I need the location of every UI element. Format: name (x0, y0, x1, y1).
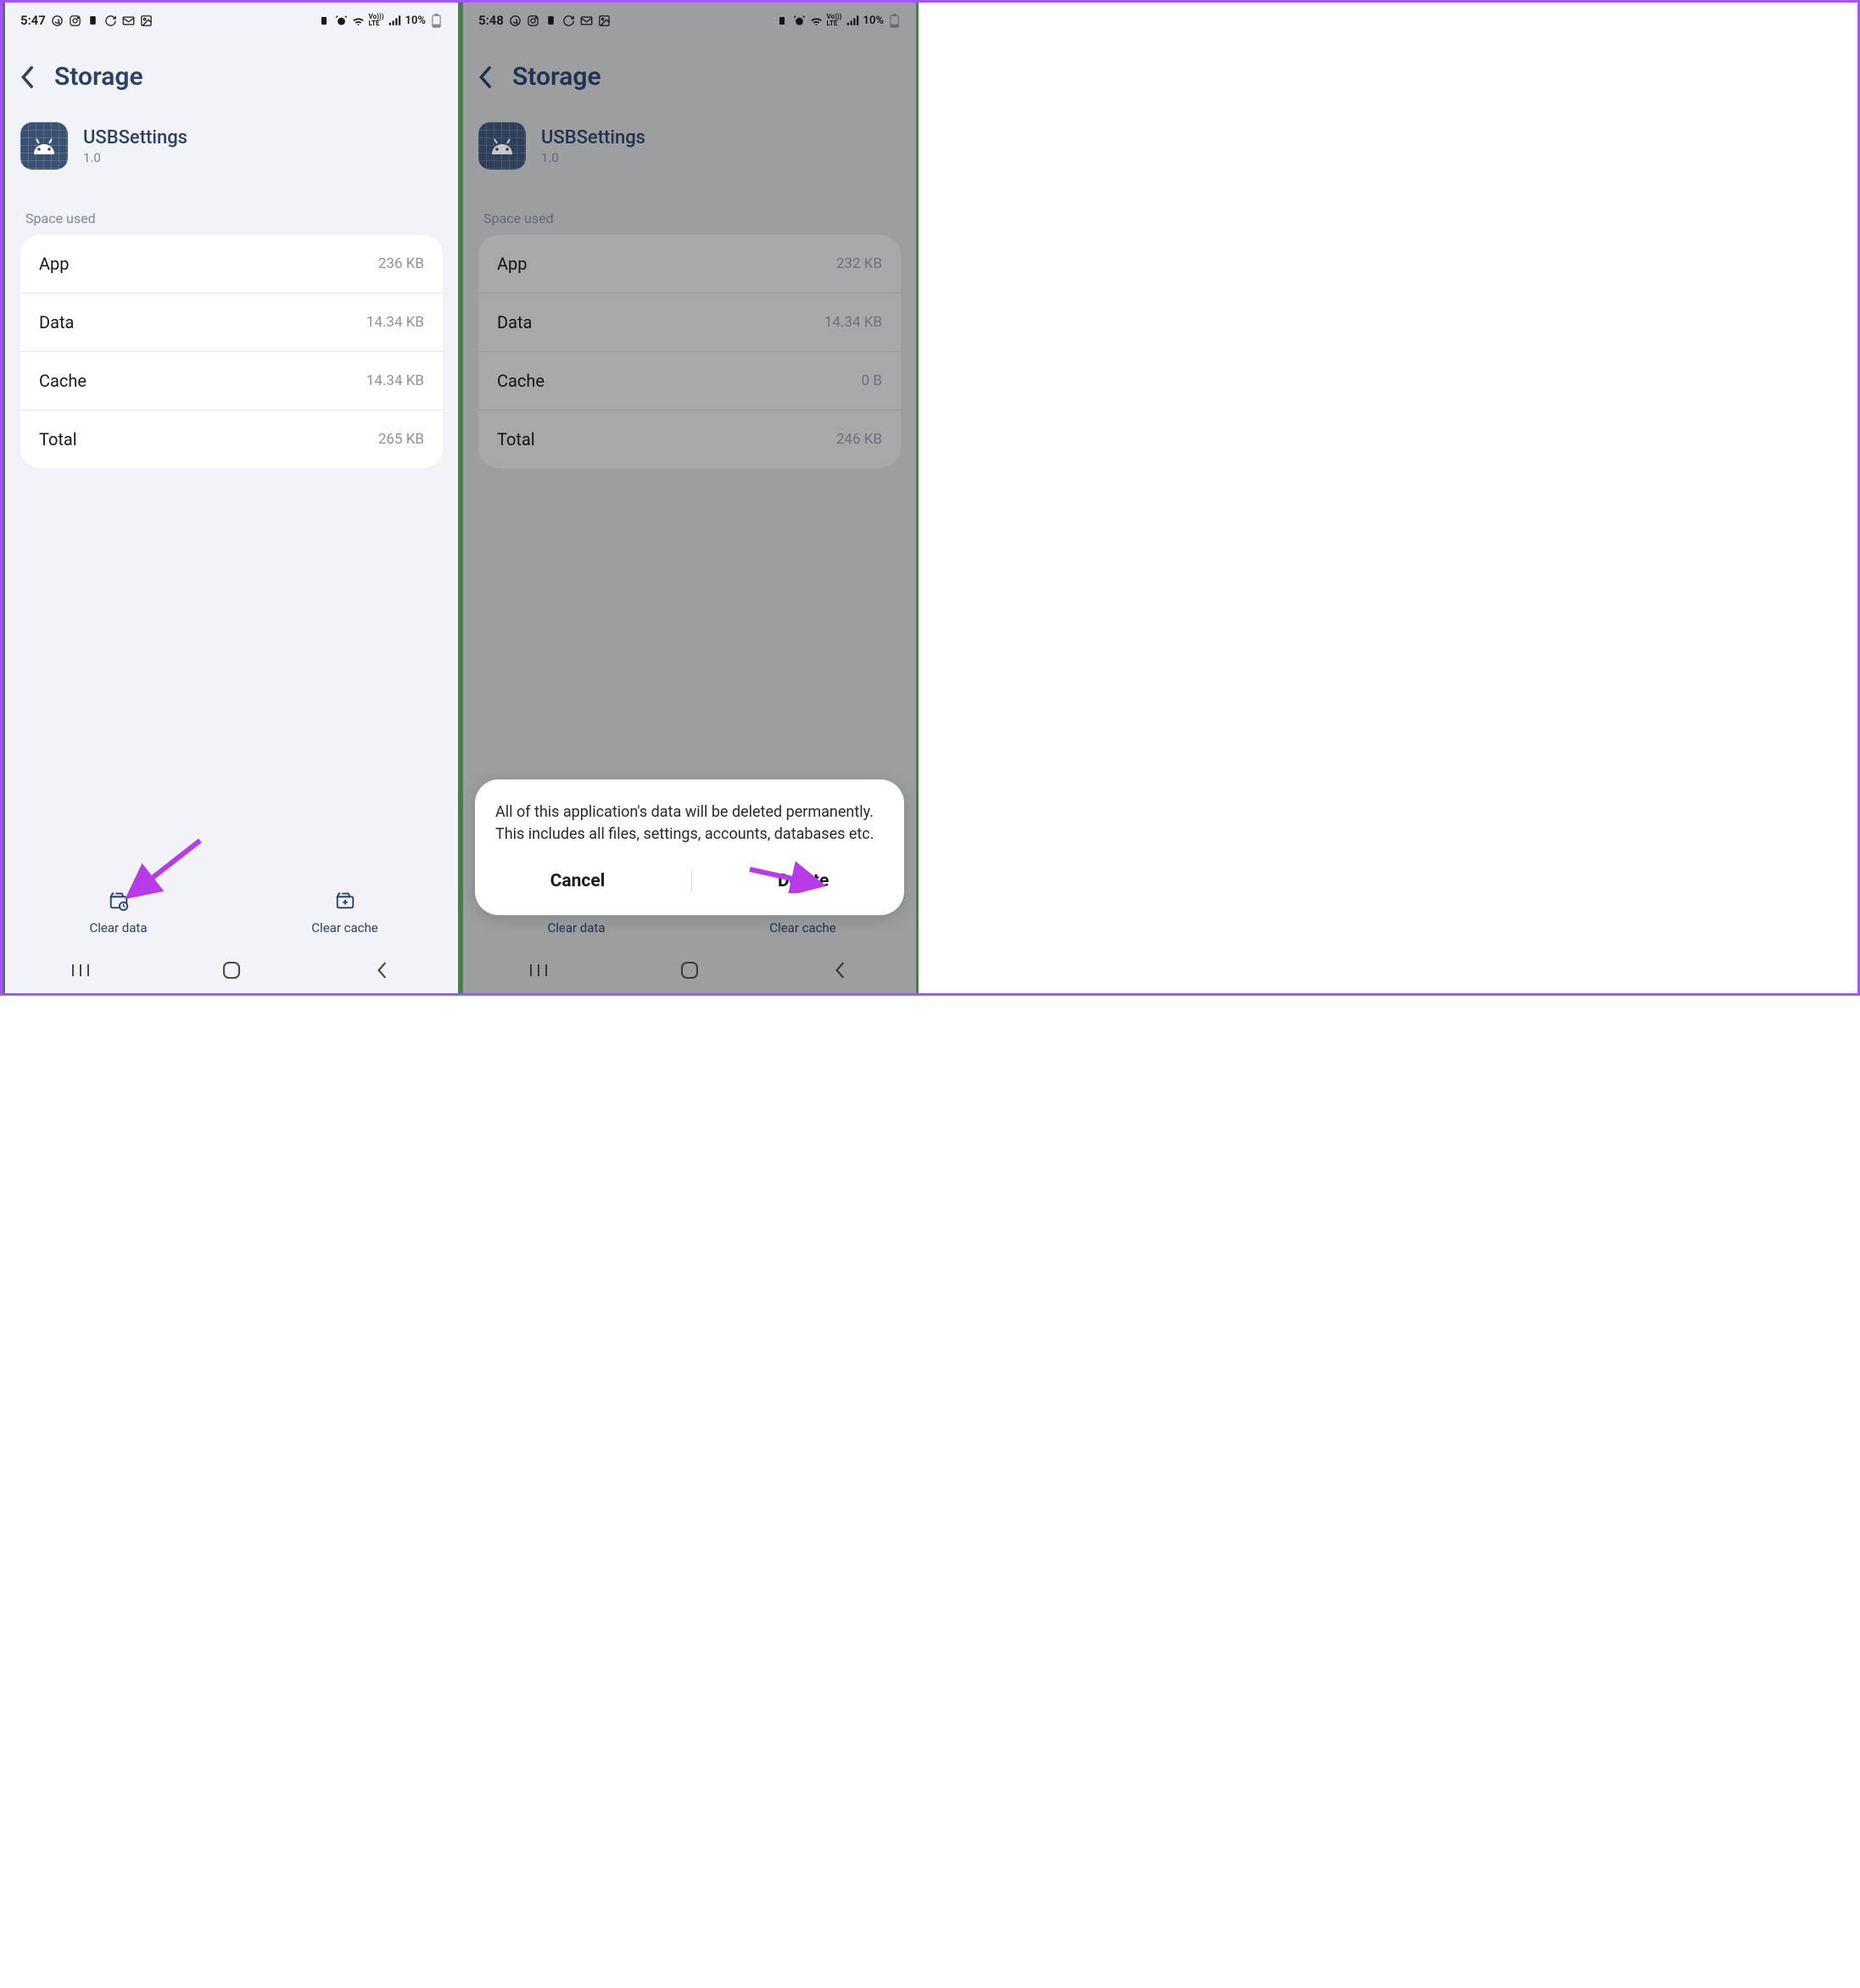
app-info-row: USBSettings 1.0 (20, 114, 443, 195)
nav-back[interactable] (353, 961, 412, 980)
image-icon (598, 14, 611, 27)
battery-pct: 10% (863, 14, 884, 27)
nav-back[interactable] (811, 961, 870, 980)
gmail-icon (580, 14, 593, 27)
section-label: Space used (478, 195, 901, 235)
instagram-icon (69, 14, 81, 27)
app-name: USBSettings (83, 127, 187, 148)
wifi-icon (352, 14, 365, 27)
image-icon (140, 14, 153, 27)
nav-home[interactable] (202, 961, 261, 980)
nav-bar (463, 949, 916, 993)
volte-icon: Vo)))LTE (369, 14, 384, 27)
card-icon (87, 14, 99, 27)
nav-bar (5, 949, 458, 993)
storage-card: App 236 KB Data 14.34 KB Cache 14.34 KB … (20, 235, 443, 468)
row-data: Data 14.34 KB (478, 293, 901, 352)
row-app: App 236 KB (20, 235, 443, 293)
app-icon (20, 122, 68, 170)
wifi-icon (810, 14, 823, 27)
sync-icon (104, 14, 117, 27)
app-name: USBSettings (541, 127, 645, 148)
row-total: Total 246 KB (478, 410, 901, 468)
clear-cache-button[interactable]: Clear cache (232, 882, 458, 942)
cancel-button[interactable]: Cancel (527, 864, 629, 898)
phone-screen-right: 5:48 (461, 3, 919, 993)
whatsapp-icon (509, 14, 522, 27)
page-title: Storage (54, 62, 143, 92)
battery-pct: 10% (405, 14, 426, 27)
delete-button[interactable]: Delete (754, 864, 852, 898)
bottom-actions: Clear data Clear cache (5, 872, 458, 949)
battery-icon (888, 14, 901, 27)
app-version: 1.0 (83, 150, 187, 165)
card-icon-2 (318, 14, 331, 27)
page-title: Storage (512, 62, 601, 92)
clear-data-icon (108, 889, 130, 914)
instagram-icon (527, 14, 539, 27)
clear-cache-icon (334, 889, 356, 914)
battery-icon (430, 14, 443, 27)
nav-recents[interactable] (51, 963, 110, 978)
nav-home[interactable] (660, 961, 719, 980)
row-total: Total 265 KB (20, 410, 443, 468)
alarm-icon (335, 14, 348, 27)
sync-icon (562, 14, 575, 27)
status-time: 5:48 (478, 13, 504, 28)
back-button[interactable] (478, 65, 494, 89)
card-icon-2 (776, 14, 789, 27)
back-button[interactable] (20, 65, 36, 89)
whatsapp-icon (51, 14, 64, 27)
gmail-icon (122, 14, 135, 27)
row-cache: Cache 0 B (478, 352, 901, 410)
clear-data-button[interactable]: Clear data (5, 882, 232, 942)
storage-card: App 232 KB Data 14.34 KB Cache 0 B Total… (478, 235, 901, 468)
app-icon (478, 122, 526, 170)
status-bar: 5:47 (5, 3, 458, 35)
status-time: 5:47 (20, 13, 46, 28)
row-data: Data 14.34 KB (20, 293, 443, 352)
phone-screen-left: 5:47 (3, 3, 461, 993)
app-version: 1.0 (541, 150, 645, 165)
alarm-icon (793, 14, 806, 27)
section-label: Space used (20, 195, 443, 235)
confirm-dialog: All of this application's data will be d… (475, 779, 904, 915)
card-icon (545, 14, 557, 27)
row-cache: Cache 14.34 KB (20, 352, 443, 410)
row-app: App 232 KB (478, 235, 901, 293)
app-info-row: USBSettings 1.0 (478, 114, 901, 195)
signal-icon (388, 14, 401, 27)
volte-icon: Vo)))LTE (827, 14, 842, 27)
dialog-divider (691, 870, 692, 892)
dialog-message: All of this application's data will be d… (495, 801, 884, 846)
nav-recents[interactable] (509, 963, 568, 978)
signal-icon (846, 14, 859, 27)
status-bar: 5:48 (463, 3, 916, 35)
